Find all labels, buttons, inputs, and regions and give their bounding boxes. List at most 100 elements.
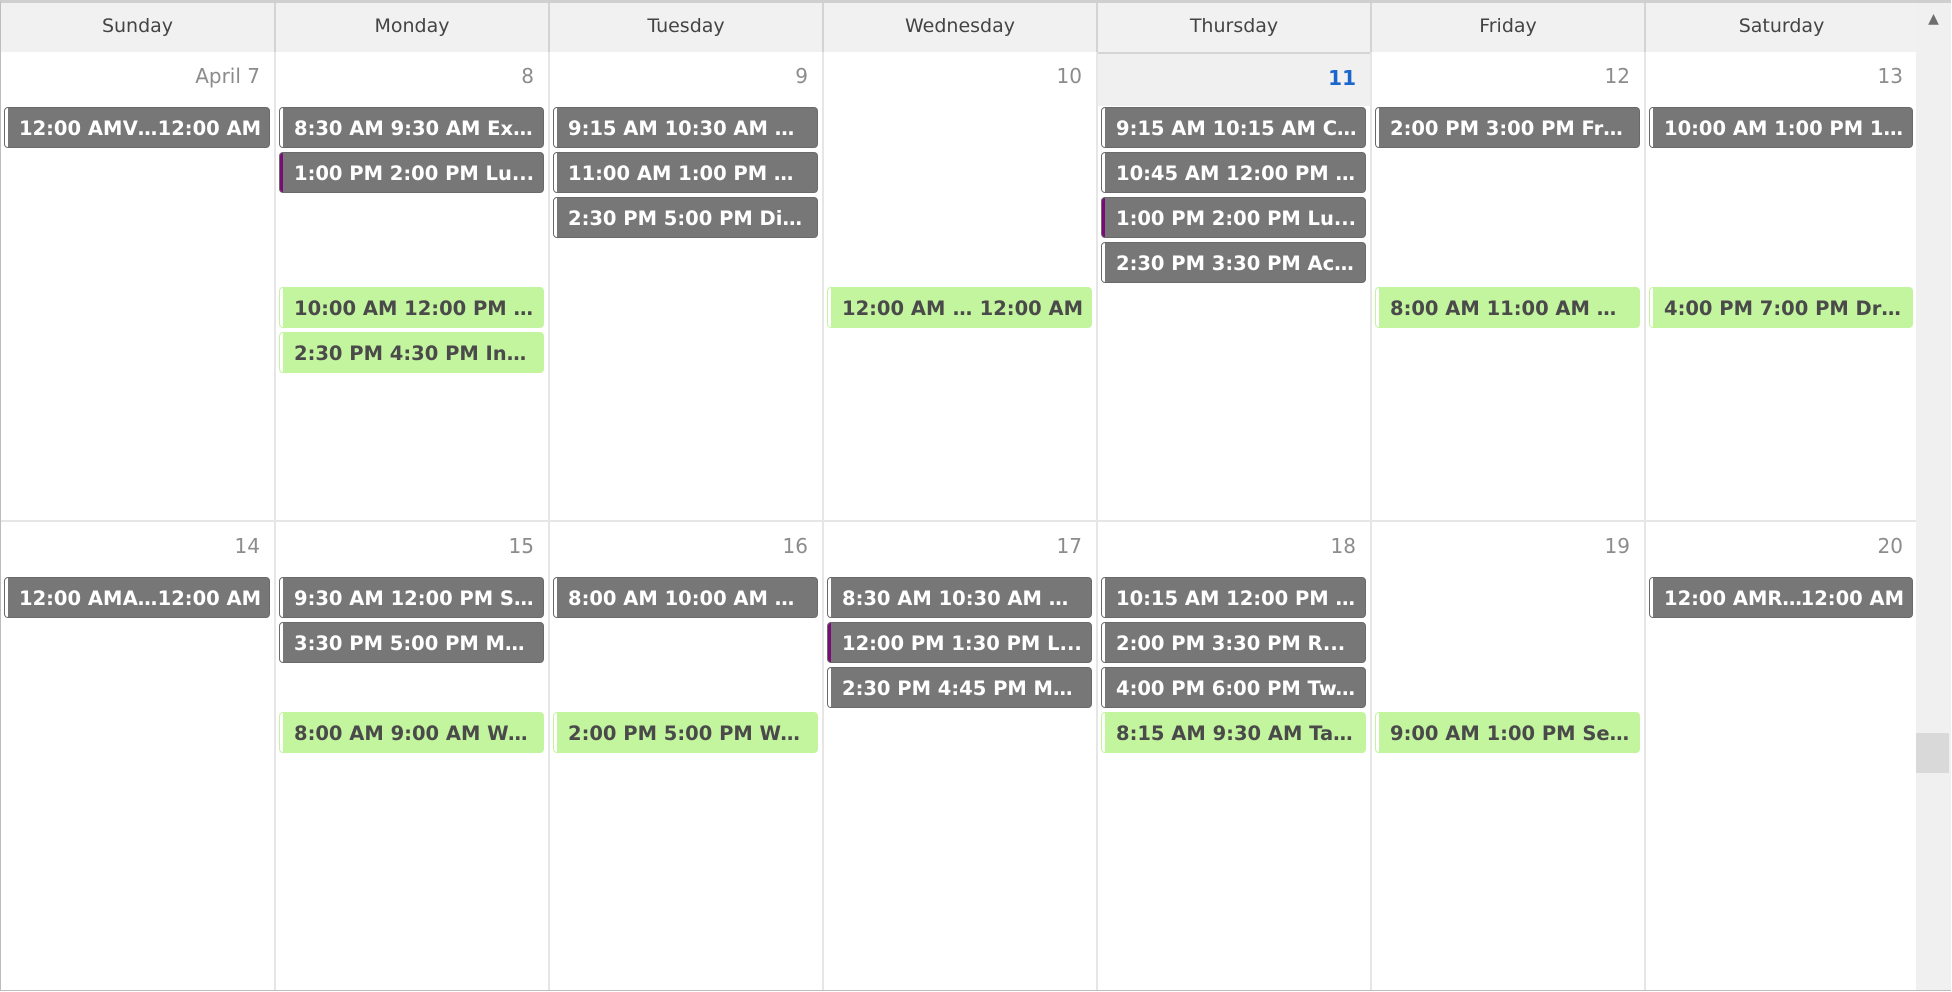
day-cell[interactable]: 10 12:00 AM … 12:00 AM [824, 52, 1098, 520]
appointment[interactable]: 8:30 AM 9:30 AM Ext... [279, 107, 544, 148]
appointment[interactable]: 2:00 PM 5:00 PM Wo... [553, 712, 818, 753]
appointment[interactable]: 3:30 PM 5:00 PM Mo... [279, 622, 544, 663]
appointment[interactable]: 2:30 PM 5:00 PM Dis... [553, 197, 818, 238]
day-cell[interactable]: 9 9:15 AM 10:30 AM A... 11:00 AM 1:00 PM M… [550, 52, 824, 520]
weekday-header-tuesday: Tuesday [550, 3, 824, 52]
day-cell[interactable]: 14 12:00 AM A… 12:00 AM [1, 522, 276, 990]
appointment-text: 9:15 AM 10:15 AM C... [1116, 117, 1357, 140]
appointment[interactable]: 12:00 PM 1:30 PM L... [827, 622, 1092, 663]
appointment-text: 12:00 AM R… 12:00 AM [1664, 578, 1904, 617]
day-cell[interactable]: 17 8:30 AM 10:30 AM R... 12:00 PM 1:30 PM … [824, 522, 1098, 990]
day-cell[interactable]: 18 10:15 AM 12:00 PM ... 2:00 PM 3:30 PM R… [1098, 522, 1372, 990]
appointment-text: 8:00 AM 10:00 AM W... [568, 587, 809, 610]
appointment-text: 10:45 AM 12:00 PM ... [1116, 162, 1357, 185]
day-number[interactable]: 17 [1057, 534, 1082, 558]
day-number-area: 16 [550, 522, 822, 574]
weekday-header-friday: Friday [1372, 3, 1646, 52]
appointment[interactable]: 1:00 PM 2:00 PM Lu... [1101, 197, 1366, 238]
appointment[interactable]: 11:00 AM 1:00 PM M... [553, 152, 818, 193]
appointment[interactable]: 9:15 AM 10:15 AM C... [1101, 107, 1366, 148]
appointment[interactable]: 10:00 AM 1:00 PM 1... [1649, 107, 1913, 148]
appointment-start-time: 12:00 AM [1664, 587, 1768, 610]
appointment[interactable]: 2:00 PM 3:30 PM R... [1101, 622, 1366, 663]
appointment[interactable]: 8:15 AM 9:30 AM Tal... [1101, 712, 1366, 753]
day-number[interactable]: 15 [509, 534, 534, 558]
appointment-text: 2:30 PM 3:30 PM Acc... [1116, 252, 1357, 275]
appointment[interactable]: 9:15 AM 10:30 AM A... [553, 107, 818, 148]
appointment[interactable]: 8:00 AM 10:00 AM W... [553, 577, 818, 618]
appointment-subject: V… [122, 117, 158, 140]
day-cell-today[interactable]: 11 9:15 AM 10:15 AM C... 10:45 AM 12:00 PM… [1098, 52, 1372, 520]
scrollbar-thumb[interactable] [1916, 733, 1949, 773]
appointment-text: 12:00 PM 1:30 PM L... [842, 632, 1082, 655]
appointment-text: 2:30 PM 4:45 PM Ma... [842, 677, 1083, 700]
appointment[interactable]: 2:30 PM 4:30 PM Int... [279, 332, 544, 373]
all-day-appointment[interactable]: 12:00 AM V… 12:00 AM [4, 107, 270, 148]
day-number[interactable]: 14 [235, 534, 260, 558]
scroll-up-arrow-icon[interactable]: ▲ [1916, 9, 1951, 29]
appointment-text: 2:30 PM 4:30 PM Int... [294, 342, 535, 365]
appointment[interactable]: 9:00 AM 1:00 PM Se... [1375, 712, 1640, 753]
appointment-text: 10:00 AM 12:00 PM ... [294, 297, 535, 320]
appointment[interactable]: 2:00 PM 3:00 PM Fre... [1375, 107, 1640, 148]
appointment[interactable]: 2:30 PM 4:45 PM Ma... [827, 667, 1092, 708]
appointment[interactable]: 4:00 PM 6:00 PM Tw... [1101, 667, 1366, 708]
appointment-text: 12:00 AM A… 12:00 AM [19, 578, 261, 617]
appointment-end-time: 12:00 AM [157, 117, 261, 140]
day-number[interactable]: 11 [1328, 66, 1356, 90]
appointment-text: 2:30 PM 5:00 PM Dis... [568, 207, 809, 230]
appointment-text: 2:00 PM 3:30 PM R... [1116, 632, 1346, 655]
appointment[interactable]: 8:30 AM 10:30 AM R... [827, 577, 1092, 618]
day-cell[interactable]: 20 12:00 AM R… 12:00 AM [1646, 522, 1917, 990]
all-day-appointment[interactable]: 12:00 AM … 12:00 AM [827, 287, 1092, 328]
day-number-area: 10 [824, 52, 1096, 104]
appointment-text: 12:00 AM V… 12:00 AM [19, 108, 261, 147]
vertical-scrollbar[interactable]: ▲ [1916, 3, 1951, 990]
all-day-appointment[interactable]: 12:00 AM R… 12:00 AM [1649, 577, 1913, 618]
day-number-area: 12 [1372, 52, 1644, 104]
day-number-area: 8 [276, 52, 548, 104]
day-number[interactable]: 9 [795, 64, 808, 88]
day-number[interactable]: 19 [1605, 534, 1630, 558]
day-number[interactable]: 13 [1878, 64, 1903, 88]
appointment-text: 11:00 AM 1:00 PM M... [568, 162, 809, 185]
week-row: April 7 12:00 AM V… 12:00 AM 8 8:30 AM 9:30 A… [1, 52, 1917, 522]
day-cell[interactable]: 12 2:00 PM 3:00 PM Fre... 8:00 AM 11:00 AM… [1372, 52, 1646, 520]
day-cell[interactable]: 19 9:00 AM 1:00 PM Se... [1372, 522, 1646, 990]
appointment-subject: … [952, 297, 973, 320]
weekday-header-thursday: Thursday [1098, 3, 1372, 52]
day-cell[interactable]: 15 9:30 AM 12:00 PM S... 3:30 PM 5:00 PM M… [276, 522, 550, 990]
day-number-area: 15 [276, 522, 548, 574]
day-number[interactable]: 16 [783, 534, 808, 558]
day-number[interactable]: 18 [1331, 534, 1356, 558]
appointment[interactable]: 10:15 AM 12:00 PM ... [1101, 577, 1366, 618]
day-cell[interactable]: 13 10:00 AM 1:00 PM 1... 4:00 PM 7:00 PM D… [1646, 52, 1917, 520]
day-cell[interactable]: 8 8:30 AM 9:30 AM Ext... 1:00 PM 2:00 PM L… [276, 52, 550, 520]
appointment-text: 1:00 PM 2:00 PM Lu... [294, 162, 535, 185]
month-scheduler: Sunday Monday Tuesday Wednesday Thursday Frid… [0, 0, 1951, 991]
appointment-text: 9:00 AM 1:00 PM Se... [1390, 722, 1631, 745]
all-day-appointment[interactable]: 12:00 AM A… 12:00 AM [4, 577, 270, 618]
appointment[interactable]: 1:00 PM 2:00 PM Lu... [279, 152, 544, 193]
day-number[interactable]: 12 [1605, 64, 1630, 88]
appointment-end-time: 12:00 AM [1800, 587, 1904, 610]
day-number-area: April 7 [1, 52, 274, 104]
day-number[interactable]: 10 [1057, 64, 1082, 88]
day-number[interactable]: 20 [1878, 534, 1903, 558]
day-number[interactable]: 8 [521, 64, 534, 88]
appointment[interactable]: 10:45 AM 12:00 PM ... [1101, 152, 1366, 193]
appointment[interactable]: 4:00 PM 7:00 PM Dri... [1649, 287, 1913, 328]
appointment[interactable]: 8:00 AM 11:00 AM D... [1375, 287, 1640, 328]
day-cell[interactable]: 16 8:00 AM 10:00 AM W... 2:00 PM 5:00 PM W… [550, 522, 824, 990]
appointment[interactable]: 10:00 AM 12:00 PM ... [279, 287, 544, 328]
appointment-text: 12:00 AM … 12:00 AM [842, 288, 1083, 327]
appointment[interactable]: 8:00 AM 9:00 AM We... [279, 712, 544, 753]
week-row: 14 12:00 AM A… 12:00 AM 15 9:30 AM 12:00 PM S… [1, 522, 1917, 990]
appointment[interactable]: 9:30 AM 12:00 PM S... [279, 577, 544, 618]
appointment-text: 3:30 PM 5:00 PM Mo... [294, 632, 535, 655]
day-cell[interactable]: April 7 12:00 AM V… 12:00 AM [1, 52, 276, 520]
appointment-text: 8:15 AM 9:30 AM Tal... [1116, 722, 1357, 745]
day-number-area: 9 [550, 52, 822, 104]
day-number[interactable]: April 7 [195, 64, 260, 88]
appointment[interactable]: 2:30 PM 3:30 PM Acc... [1101, 242, 1366, 283]
